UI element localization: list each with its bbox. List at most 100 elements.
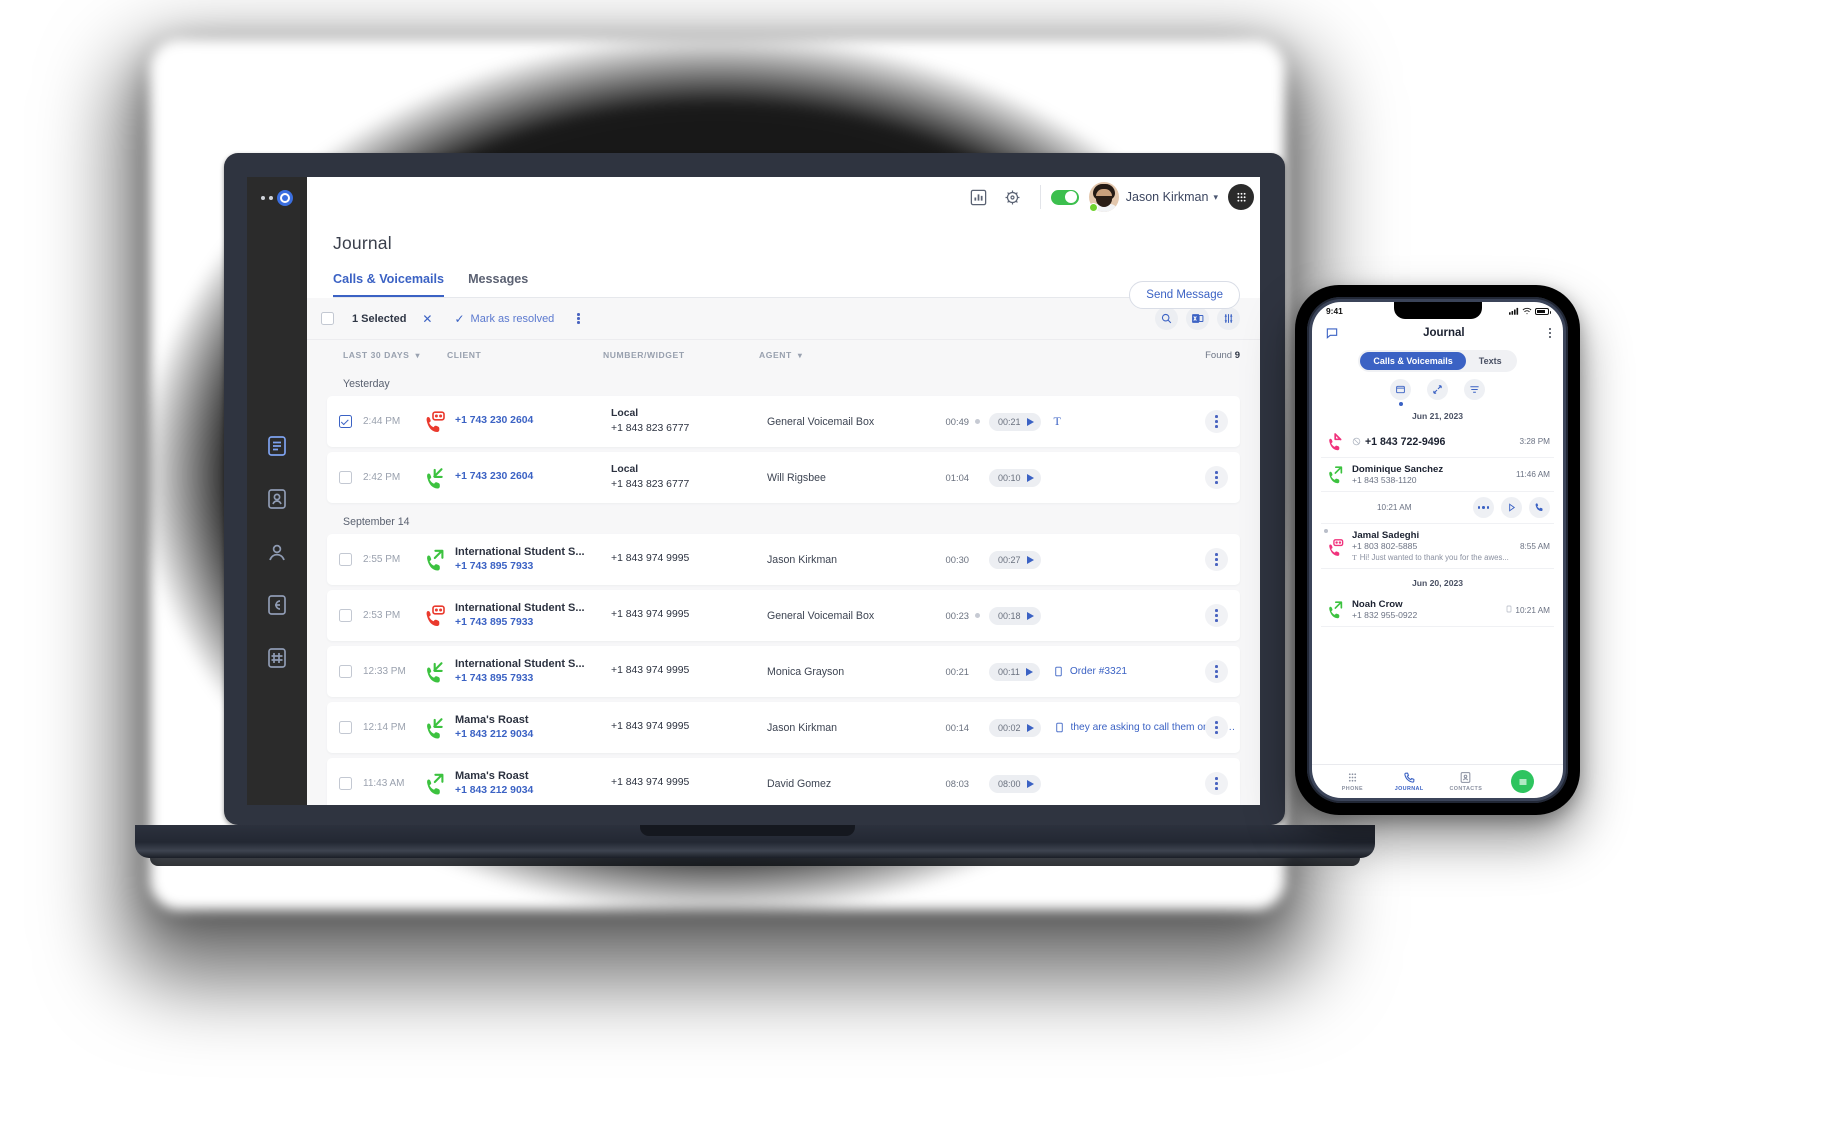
phone-list-item[interactable]: Dominique Sanchez +1 843 538-1120 11:46 A… [1321, 458, 1554, 492]
tab-messages[interactable]: Messages [468, 272, 528, 297]
row-checkbox[interactable] [338, 721, 352, 734]
phone-row-time: 11:46 AM [1516, 470, 1550, 479]
phone-list-item[interactable]: Jamal Sadeghi +1 803 802-5885 T Hi! Just w… [1321, 524, 1554, 569]
phone-segment-calls[interactable]: Calls & Voicemails [1360, 352, 1466, 370]
sidebar-item-integrations[interactable] [264, 592, 290, 618]
client-number[interactable]: +1 743 230 2604 [455, 470, 611, 485]
table-row[interactable]: 2:53 PM International Student S... +1 743 … [327, 590, 1240, 641]
sidebar-item-phone[interactable] [264, 433, 290, 459]
logo-dot-1 [261, 196, 265, 200]
column-header-date[interactable]: LAST 30 DAYS ▾ [343, 350, 447, 360]
mark-as-resolved-button[interactable]: ✓ Mark as resolved [454, 312, 554, 326]
close-icon[interactable]: ✕ [422, 312, 432, 326]
phone-row-swipe-actions[interactable]: 10:21 AM [1321, 492, 1554, 524]
transcript-icon[interactable]: T [1054, 414, 1061, 429]
row-more-icon[interactable] [1205, 772, 1228, 795]
table-row[interactable]: 2:42 PM +1 743 230 2604 Local +1 843 823 67… [327, 452, 1240, 503]
row-more-icon[interactable] [1205, 604, 1228, 627]
filter-icon[interactable] [1464, 379, 1485, 400]
client-number[interactable]: +1 843 212 9034 [455, 784, 611, 799]
row-more-icon[interactable] [1205, 548, 1228, 571]
table-row[interactable]: 2:55 PM International Student S... +1 743 … [327, 534, 1240, 585]
phone-segment-texts[interactable]: Texts [1466, 352, 1515, 370]
app-logo[interactable] [247, 177, 307, 217]
more-icon[interactable] [1473, 497, 1494, 518]
phone-row-body: Dominique Sanchez +1 843 538-1120 [1352, 464, 1509, 485]
row-checkbox-cell[interactable] [327, 553, 363, 566]
message-icon[interactable] [1324, 326, 1339, 341]
table-row[interactable]: 11:43 AM Mama's Roast +1 843 212 9034 +1 84… [327, 758, 1240, 805]
row-checkbox-cell[interactable] [327, 665, 363, 678]
phone-tab-contacts[interactable]: CONTACTS [1438, 771, 1495, 792]
row-more-icon[interactable] [1205, 410, 1228, 433]
play-recording-button[interactable]: 00:02 [989, 718, 1041, 737]
row-checkbox[interactable] [338, 471, 352, 484]
row-checkbox-cell[interactable] [327, 471, 363, 484]
client-number[interactable]: +1 743 895 7933 [455, 672, 611, 687]
row-checkbox[interactable] [338, 777, 352, 790]
play-recording-button[interactable]: 00:10 [989, 468, 1041, 487]
chevron-down-icon[interactable]: ▾ [1213, 192, 1218, 203]
row-checkbox[interactable] [338, 415, 352, 428]
play-icon[interactable] [1501, 497, 1522, 518]
battery-icon [1535, 307, 1551, 315]
table-row[interactable]: 2:44 PM +1 743 230 2604 Local +1 843 823 67… [327, 396, 1240, 447]
sidebar-item-numbers[interactable] [264, 645, 290, 671]
row-checkbox[interactable] [338, 553, 352, 566]
play-time: 00:27 [998, 554, 1021, 565]
play-recording-button[interactable]: 00:21 [989, 412, 1041, 431]
row-more-icon[interactable] [1205, 660, 1228, 683]
bar-chart-icon[interactable] [962, 180, 996, 214]
row-checkbox-cell[interactable] [327, 415, 363, 428]
phone-tab-journal[interactable]: JOURNAL [1381, 771, 1438, 792]
play-recording-button[interactable]: 00:18 [989, 606, 1041, 625]
availability-toggle[interactable] [1050, 189, 1079, 205]
play-recording-button[interactable]: 00:27 [989, 550, 1041, 569]
phone-notch [1393, 302, 1482, 319]
client-number[interactable]: +1 843 212 9034 [455, 728, 611, 743]
client-number[interactable]: +1 743 230 2604 [455, 414, 611, 429]
tab-bar: Calls & Voicemails Messages [333, 272, 1234, 298]
call-icon[interactable] [1529, 497, 1550, 518]
row-checkbox-cell[interactable] [327, 609, 363, 622]
phone-tab-fab[interactable] [1494, 770, 1551, 793]
gear-icon[interactable] [996, 180, 1030, 214]
row-checkbox[interactable] [338, 609, 352, 622]
play-recording-button[interactable]: 00:11 [989, 662, 1040, 681]
tab-calls-voicemails[interactable]: Calls & Voicemails [333, 272, 445, 297]
call-list[interactable]: Yesterday 2:44 PM +1 743 230 2604 Local +1 8… [307, 370, 1260, 805]
table-row[interactable]: 12:33 PM International Student S... +1 743… [327, 646, 1240, 697]
sidebar-item-agents[interactable] [264, 539, 290, 565]
play-recording-button[interactable]: 08:00 [989, 774, 1041, 793]
more-actions-icon[interactable] [577, 312, 580, 326]
row-note[interactable]: Order #3321 [1053, 666, 1127, 677]
phone-list-item[interactable]: Noah Crow +1 832 955-0922 10:21 AM [1321, 593, 1554, 627]
avatar[interactable] [1088, 182, 1119, 212]
row-more-icon[interactable] [1205, 716, 1228, 739]
phone-call-list[interactable]: Jun 21, 2023 +1 843 722-9496 3:28 PM Domin… [1312, 402, 1563, 764]
row-time: 12:33 PM [363, 666, 406, 677]
arrows-icon[interactable] [1427, 379, 1448, 400]
row-checkbox-cell[interactable] [327, 721, 363, 734]
phone-list-item[interactable]: +1 843 722-9496 3:28 PM [1321, 426, 1554, 458]
kebab-icon[interactable] [1548, 327, 1551, 339]
journal-icon [1403, 772, 1415, 783]
client-number[interactable]: +1 743 895 7933 [455, 616, 611, 631]
row-more-icon[interactable] [1205, 466, 1228, 489]
client-number[interactable]: +1 743 895 7933 [455, 560, 611, 575]
inbox-icon[interactable] [1390, 379, 1411, 400]
phone-call-direction-outgoing-icon [1325, 600, 1345, 619]
column-header-agent[interactable]: AGENT ▾ [759, 350, 1205, 360]
table-row[interactable]: 12:14 PM Mama's Roast +1 843 212 9034 +1 84… [327, 702, 1240, 753]
select-all-checkbox[interactable] [321, 312, 334, 325]
filter-sliders-icon[interactable] [1217, 307, 1240, 330]
phone-tab-phone[interactable]: PHONE [1324, 771, 1381, 792]
row-checkbox-cell[interactable] [327, 777, 363, 790]
menu-fab-icon[interactable] [1511, 770, 1535, 793]
sidebar-item-contacts[interactable] [264, 486, 290, 512]
dialpad-icon[interactable] [1228, 184, 1254, 210]
excel-export-icon[interactable] [1186, 307, 1209, 330]
send-message-button[interactable]: Send Message [1129, 281, 1240, 309]
search-icon[interactable] [1155, 307, 1178, 330]
row-checkbox[interactable] [338, 665, 352, 678]
